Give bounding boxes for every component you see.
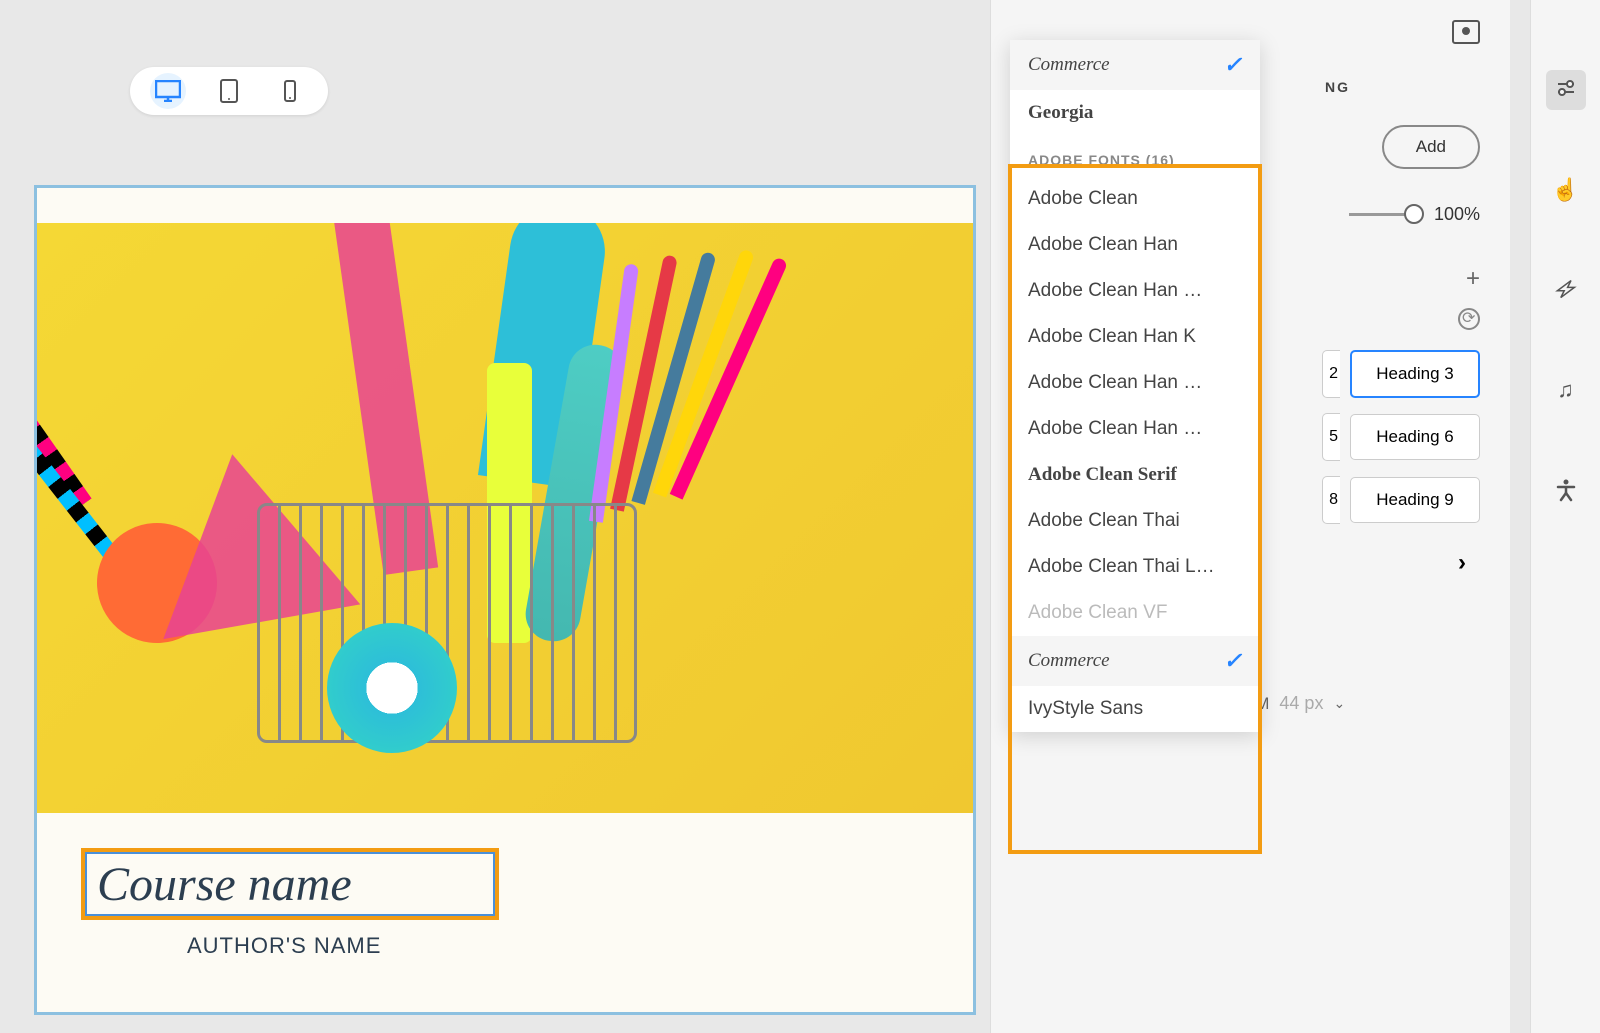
tool-sidebar: ☝ ♫ — [1530, 0, 1600, 1033]
desktop-device-button[interactable] — [150, 73, 186, 109]
heading-3-chip[interactable]: Heading 3 — [1350, 350, 1480, 398]
heading-5-chip[interactable]: 5 — [1322, 413, 1340, 461]
interact-tool-button[interactable]: ☝ — [1546, 170, 1586, 210]
slide-hero-image — [37, 223, 973, 813]
plus-icon[interactable]: + — [1466, 265, 1480, 293]
preview-icon[interactable] — [1452, 20, 1480, 44]
font-dropdown: Commerce✓Georgia ADOBE FONTS (16) Adobe … — [1010, 40, 1260, 732]
music-note-icon: ♫ — [1557, 377, 1574, 403]
opacity-slider[interactable] — [1349, 213, 1414, 216]
slide-canvas[interactable]: Course name AUTHOR'S NAME — [34, 185, 976, 1015]
animate-tool-button[interactable] — [1546, 270, 1586, 310]
check-icon: ✓ — [1224, 52, 1242, 78]
device-toggle — [130, 67, 328, 115]
font-option[interactable]: Adobe Clean Thai L… — [1010, 544, 1260, 590]
chevron-down-icon: ⌄ — [1333, 695, 1345, 712]
tape-decoration — [327, 623, 457, 753]
font-option[interactable]: Adobe Clean Han — [1010, 222, 1260, 268]
font-option[interactable]: IvyStyle Sans — [1010, 686, 1260, 732]
heading-6-chip[interactable]: Heading 6 — [1350, 414, 1480, 460]
canvas-area: Course name AUTHOR'S NAME — [0, 0, 990, 1033]
hand-pointer-icon: ☝ — [1552, 177, 1579, 203]
author-name-text[interactable]: AUTHOR'S NAME — [187, 933, 381, 959]
tablet-icon — [220, 79, 238, 103]
font-option[interactable]: Adobe Clean VF — [1010, 590, 1260, 636]
course-name-text-box[interactable]: Course name — [81, 848, 499, 920]
mobile-icon — [284, 80, 296, 102]
slider-value: 100% — [1434, 204, 1480, 225]
font-option[interactable]: Adobe Clean Thai — [1010, 498, 1260, 544]
desktop-icon — [155, 80, 181, 102]
course-name-text: Course name — [97, 857, 352, 912]
sliders-icon — [1554, 78, 1578, 102]
font-group-header: ADOBE FONTS (16) — [1010, 136, 1260, 176]
settings-tool-button[interactable] — [1546, 70, 1586, 110]
font-option[interactable]: Adobe Clean Han … — [1010, 406, 1260, 452]
accessibility-icon — [1554, 478, 1578, 502]
heading-9-chip[interactable]: Heading 9 — [1350, 477, 1480, 523]
tablet-device-button[interactable] — [211, 73, 247, 109]
heading-2-chip[interactable]: 2 — [1322, 350, 1340, 398]
audio-tool-button[interactable]: ♫ — [1546, 370, 1586, 410]
font-option[interactable]: Adobe Clean Serif — [1010, 452, 1260, 498]
mobile-device-button[interactable] — [272, 73, 308, 109]
slider-thumb[interactable] — [1404, 204, 1424, 224]
font-option[interactable]: Adobe Clean — [1010, 176, 1260, 222]
font-option[interactable]: Commerce✓ — [1010, 40, 1260, 90]
add-button[interactable]: Add — [1382, 125, 1480, 169]
heading-8-chip[interactable]: 8 — [1322, 476, 1340, 524]
refresh-icon[interactable] — [1458, 308, 1480, 330]
font-option[interactable]: Adobe Clean Han … — [1010, 360, 1260, 406]
chevron-right-icon[interactable]: › — [1444, 539, 1480, 587]
lightning-icon — [1554, 278, 1578, 302]
check-icon: ✓ — [1224, 648, 1242, 674]
font-option[interactable]: Adobe Clean Han … — [1010, 268, 1260, 314]
font-option[interactable]: Adobe Clean Han K — [1010, 314, 1260, 360]
accessibility-tool-button[interactable] — [1546, 470, 1586, 510]
mobile-size-group[interactable]: M 44 px ⌄ — [1255, 693, 1345, 714]
font-option[interactable]: Georgia — [1010, 90, 1260, 136]
font-option[interactable]: Commerce✓ — [1010, 636, 1260, 686]
